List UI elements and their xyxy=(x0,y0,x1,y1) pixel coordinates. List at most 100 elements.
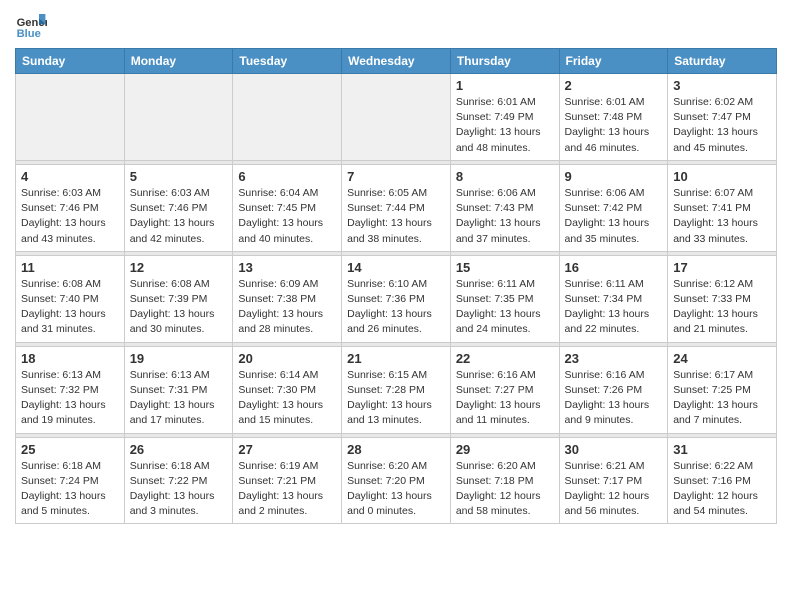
day-number: 4 xyxy=(21,169,119,184)
day-info: Sunrise: 6:06 AM Sunset: 7:42 PM Dayligh… xyxy=(565,186,663,247)
calendar-cell: 23 Sunrise: 6:16 AM Sunset: 7:26 PM Dayli… xyxy=(559,346,668,433)
day-info: Sunrise: 6:02 AM Sunset: 7:47 PM Dayligh… xyxy=(673,95,771,156)
calendar-cell xyxy=(124,74,233,161)
day-number: 1 xyxy=(456,78,554,93)
day-number: 13 xyxy=(238,260,336,275)
calendar-cell: 13 Sunrise: 6:09 AM Sunset: 7:38 PM Dayli… xyxy=(233,255,342,342)
day-number: 24 xyxy=(673,351,771,366)
day-info: Sunrise: 6:18 AM Sunset: 7:24 PM Dayligh… xyxy=(21,459,119,520)
day-number: 14 xyxy=(347,260,445,275)
logo-icon: General Blue xyxy=(15,10,47,42)
day-number: 15 xyxy=(456,260,554,275)
calendar-cell: 2 Sunrise: 6:01 AM Sunset: 7:48 PM Daylig… xyxy=(559,74,668,161)
day-info: Sunrise: 6:03 AM Sunset: 7:46 PM Dayligh… xyxy=(130,186,228,247)
calendar-cell: 30 Sunrise: 6:21 AM Sunset: 7:17 PM Dayli… xyxy=(559,437,668,524)
day-number: 5 xyxy=(130,169,228,184)
weekday-header: Saturday xyxy=(668,49,777,74)
logo: General Blue xyxy=(15,10,51,42)
calendar-cell: 16 Sunrise: 6:11 AM Sunset: 7:34 PM Dayli… xyxy=(559,255,668,342)
calendar-week-row: 25 Sunrise: 6:18 AM Sunset: 7:24 PM Dayli… xyxy=(16,437,777,524)
weekday-header: Sunday xyxy=(16,49,125,74)
calendar-cell: 8 Sunrise: 6:06 AM Sunset: 7:43 PM Daylig… xyxy=(450,164,559,251)
day-number: 3 xyxy=(673,78,771,93)
day-number: 20 xyxy=(238,351,336,366)
day-number: 6 xyxy=(238,169,336,184)
day-info: Sunrise: 6:06 AM Sunset: 7:43 PM Dayligh… xyxy=(456,186,554,247)
day-number: 21 xyxy=(347,351,445,366)
day-info: Sunrise: 6:17 AM Sunset: 7:25 PM Dayligh… xyxy=(673,368,771,429)
day-number: 23 xyxy=(565,351,663,366)
day-info: Sunrise: 6:20 AM Sunset: 7:18 PM Dayligh… xyxy=(456,459,554,520)
calendar-cell xyxy=(16,74,125,161)
calendar-cell: 10 Sunrise: 6:07 AM Sunset: 7:41 PM Dayli… xyxy=(668,164,777,251)
day-number: 29 xyxy=(456,442,554,457)
calendar-cell: 6 Sunrise: 6:04 AM Sunset: 7:45 PM Daylig… xyxy=(233,164,342,251)
calendar-cell xyxy=(342,74,451,161)
calendar-cell: 12 Sunrise: 6:08 AM Sunset: 7:39 PM Dayli… xyxy=(124,255,233,342)
calendar-cell: 25 Sunrise: 6:18 AM Sunset: 7:24 PM Dayli… xyxy=(16,437,125,524)
day-number: 16 xyxy=(565,260,663,275)
day-info: Sunrise: 6:20 AM Sunset: 7:20 PM Dayligh… xyxy=(347,459,445,520)
calendar-cell: 15Sunrise: 6:11 AM Sunset: 7:35 PM Dayli… xyxy=(450,255,559,342)
day-info: Sunrise: 6:19 AM Sunset: 7:21 PM Dayligh… xyxy=(238,459,336,520)
calendar-table: SundayMondayTuesdayWednesdayThursdayFrid… xyxy=(15,48,777,524)
day-number: 11 xyxy=(21,260,119,275)
day-number: 26 xyxy=(130,442,228,457)
day-info: Sunrise: 6:04 AM Sunset: 7:45 PM Dayligh… xyxy=(238,186,336,247)
day-number: 18 xyxy=(21,351,119,366)
day-number: 17 xyxy=(673,260,771,275)
calendar-cell: 24 Sunrise: 6:17 AM Sunset: 7:25 PM Dayli… xyxy=(668,346,777,433)
day-info: Sunrise: 6:16 AM Sunset: 7:27 PM Dayligh… xyxy=(456,368,554,429)
weekday-header: Thursday xyxy=(450,49,559,74)
calendar-cell: 1 Sunrise: 6:01 AM Sunset: 7:49 PM Daylig… xyxy=(450,74,559,161)
weekday-header: Monday xyxy=(124,49,233,74)
calendar-cell: 27 Sunrise: 6:19 AM Sunset: 7:21 PM Dayli… xyxy=(233,437,342,524)
calendar-week-row: 4 Sunrise: 6:03 AM Sunset: 7:46 PM Daylig… xyxy=(16,164,777,251)
day-info: Sunrise: 6:08 AM Sunset: 7:40 PM Dayligh… xyxy=(21,277,119,338)
day-info: Sunrise: 6:08 AM Sunset: 7:39 PM Dayligh… xyxy=(130,277,228,338)
day-info: Sunrise: 6:01 AM Sunset: 7:49 PM Dayligh… xyxy=(456,95,554,156)
day-info: Sunrise: 6:16 AM Sunset: 7:26 PM Dayligh… xyxy=(565,368,663,429)
calendar-cell: 5 Sunrise: 6:03 AM Sunset: 7:46 PM Daylig… xyxy=(124,164,233,251)
day-number: 9 xyxy=(565,169,663,184)
day-number: 30 xyxy=(565,442,663,457)
day-number: 27 xyxy=(238,442,336,457)
calendar-cell: 21 Sunrise: 6:15 AM Sunset: 7:28 PM Dayli… xyxy=(342,346,451,433)
day-info: Sunrise: 6:15 AM Sunset: 7:28 PM Dayligh… xyxy=(347,368,445,429)
calendar-cell: 14 Sunrise: 6:10 AM Sunset: 7:36 PM Dayli… xyxy=(342,255,451,342)
day-info: Sunrise: 6:01 AM Sunset: 7:48 PM Dayligh… xyxy=(565,95,663,156)
svg-text:Blue: Blue xyxy=(17,28,41,40)
day-info: Sunrise: 6:13 AM Sunset: 7:32 PM Dayligh… xyxy=(21,368,119,429)
day-number: 8 xyxy=(456,169,554,184)
day-info: Sunrise: 6:03 AM Sunset: 7:46 PM Dayligh… xyxy=(21,186,119,247)
day-number: 10 xyxy=(673,169,771,184)
day-info: Sunrise: 6:11 AM Sunset: 7:34 PM Dayligh… xyxy=(565,277,663,338)
calendar-week-row: 1 Sunrise: 6:01 AM Sunset: 7:49 PM Daylig… xyxy=(16,74,777,161)
calendar-cell: 7 Sunrise: 6:05 AM Sunset: 7:44 PM Daylig… xyxy=(342,164,451,251)
day-number: 25 xyxy=(21,442,119,457)
day-number: 2 xyxy=(565,78,663,93)
calendar-cell: 11 Sunrise: 6:08 AM Sunset: 7:40 PM Dayli… xyxy=(16,255,125,342)
calendar-cell: 26 Sunrise: 6:18 AM Sunset: 7:22 PM Dayli… xyxy=(124,437,233,524)
day-info: Sunrise: 6:05 AM Sunset: 7:44 PM Dayligh… xyxy=(347,186,445,247)
weekday-header-row: SundayMondayTuesdayWednesdayThursdayFrid… xyxy=(16,49,777,74)
day-info: Sunrise: 6:07 AM Sunset: 7:41 PM Dayligh… xyxy=(673,186,771,247)
day-number: 28 xyxy=(347,442,445,457)
weekday-header: Tuesday xyxy=(233,49,342,74)
day-info: Sunrise: 6:21 AM Sunset: 7:17 PM Dayligh… xyxy=(565,459,663,520)
calendar-cell: 29 Sunrise: 6:20 AM Sunset: 7:18 PM Dayli… xyxy=(450,437,559,524)
day-number: 22 xyxy=(456,351,554,366)
weekday-header: Wednesday xyxy=(342,49,451,74)
day-info: Sunrise: 6:18 AM Sunset: 7:22 PM Dayligh… xyxy=(130,459,228,520)
calendar-cell: 17Sunrise: 6:12 AM Sunset: 7:33 PM Dayli… xyxy=(668,255,777,342)
day-number: 19 xyxy=(130,351,228,366)
weekday-header: Friday xyxy=(559,49,668,74)
calendar-cell: 3 Sunrise: 6:02 AM Sunset: 7:47 PM Daylig… xyxy=(668,74,777,161)
calendar-cell: 4 Sunrise: 6:03 AM Sunset: 7:46 PM Daylig… xyxy=(16,164,125,251)
day-number: 7 xyxy=(347,169,445,184)
day-info: Sunrise: 6:13 AM Sunset: 7:31 PM Dayligh… xyxy=(130,368,228,429)
day-info: Sunrise: 6:10 AM Sunset: 7:36 PM Dayligh… xyxy=(347,277,445,338)
page-header: General Blue xyxy=(15,10,777,42)
day-info: Sunrise: 6:09 AM Sunset: 7:38 PM Dayligh… xyxy=(238,277,336,338)
day-number: 12 xyxy=(130,260,228,275)
